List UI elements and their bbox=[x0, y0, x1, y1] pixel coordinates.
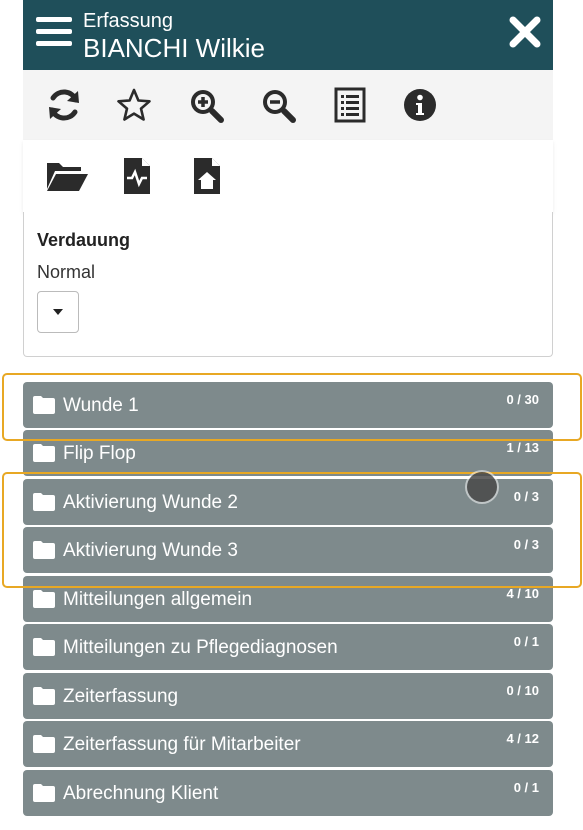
folder-row[interactable]: Aktivierung Wunde 3 0 / 3 bbox=[23, 527, 553, 573]
folder-count: 0 / 10 bbox=[506, 683, 539, 698]
folder-label: Mitteilungen allgemein bbox=[63, 589, 253, 610]
touch-indicator bbox=[467, 472, 497, 502]
toolbar-primary bbox=[23, 70, 553, 140]
folder-icon bbox=[33, 541, 55, 559]
folder-count: 4 / 10 bbox=[506, 586, 539, 601]
zoom-out-icon[interactable] bbox=[256, 83, 300, 127]
folder-row[interactable]: Mitteilungen zu Pflegediagnosen 0 / 1 bbox=[23, 624, 553, 670]
info-icon[interactable] bbox=[398, 83, 442, 127]
folder-count: 0 / 1 bbox=[513, 634, 539, 649]
zoom-in-icon[interactable] bbox=[184, 83, 228, 127]
folder-count: 0 / 3 bbox=[513, 537, 539, 552]
file-home-icon[interactable] bbox=[185, 154, 229, 198]
refresh-icon[interactable] bbox=[42, 83, 86, 127]
folder-row[interactable]: Abrechnung Klient 0 / 1 bbox=[23, 770, 553, 816]
toolbar-secondary bbox=[23, 140, 553, 212]
folder-label: Aktivierung Wunde 2 bbox=[63, 492, 238, 513]
folder-label: Zeiterfassung für Mitarbeiter bbox=[63, 734, 301, 755]
close-icon[interactable] bbox=[507, 14, 543, 50]
folder-count: 4 / 12 bbox=[506, 731, 539, 746]
field-label: Verdauung bbox=[37, 230, 131, 250]
folder-count: 1 / 13 bbox=[506, 440, 539, 455]
folder-icon bbox=[33, 493, 55, 511]
file-medical-icon[interactable] bbox=[115, 154, 159, 198]
folder-label: Flip Flop bbox=[63, 443, 136, 464]
digestion-card: Verdauung Normal bbox=[23, 212, 553, 357]
folder-icon bbox=[33, 590, 55, 608]
folder-row[interactable]: Wunde 1 0 / 30 bbox=[23, 382, 553, 428]
folder-icon bbox=[33, 687, 55, 705]
folder-icon bbox=[33, 735, 55, 753]
field-value: Normal bbox=[37, 262, 96, 282]
folder-row[interactable]: Zeiterfassung für Mitarbeiter 4 / 12 bbox=[23, 721, 553, 767]
dropdown-toggle[interactable] bbox=[37, 291, 79, 333]
folder-label: Mitteilungen zu Pflegediagnosen bbox=[63, 637, 338, 658]
folder-label: Zeiterfassung bbox=[63, 686, 179, 707]
hamburger-menu-icon[interactable] bbox=[36, 17, 72, 53]
folder-open-icon[interactable] bbox=[45, 154, 89, 198]
folder-row[interactable]: Flip Flop 1 / 13 bbox=[23, 430, 553, 476]
folder-row[interactable]: Zeiterfassung 0 / 10 bbox=[23, 673, 553, 719]
folder-label: Wunde 1 bbox=[63, 395, 139, 416]
folder-label: Aktivierung Wunde 3 bbox=[63, 540, 238, 561]
folder-icon bbox=[33, 444, 55, 462]
star-icon[interactable] bbox=[112, 83, 156, 127]
folder-count: 0 / 30 bbox=[506, 392, 539, 407]
folder-icon bbox=[33, 784, 55, 802]
caret-down-icon bbox=[53, 309, 63, 315]
patient-name: BIANCHI Wilkie bbox=[83, 33, 266, 63]
folder-count: 0 / 1 bbox=[513, 780, 539, 795]
app-header: Erfassung BIANCHI Wilkie bbox=[23, 0, 553, 70]
folder-label: Abrechnung Klient bbox=[63, 783, 219, 804]
folder-icon bbox=[33, 638, 55, 656]
folder-count: 0 / 3 bbox=[513, 489, 539, 504]
list-icon[interactable] bbox=[328, 83, 372, 127]
folder-row[interactable]: Mitteilungen allgemein 4 / 10 bbox=[23, 576, 553, 622]
folder-icon bbox=[33, 396, 55, 414]
page-title: Erfassung bbox=[83, 10, 174, 32]
